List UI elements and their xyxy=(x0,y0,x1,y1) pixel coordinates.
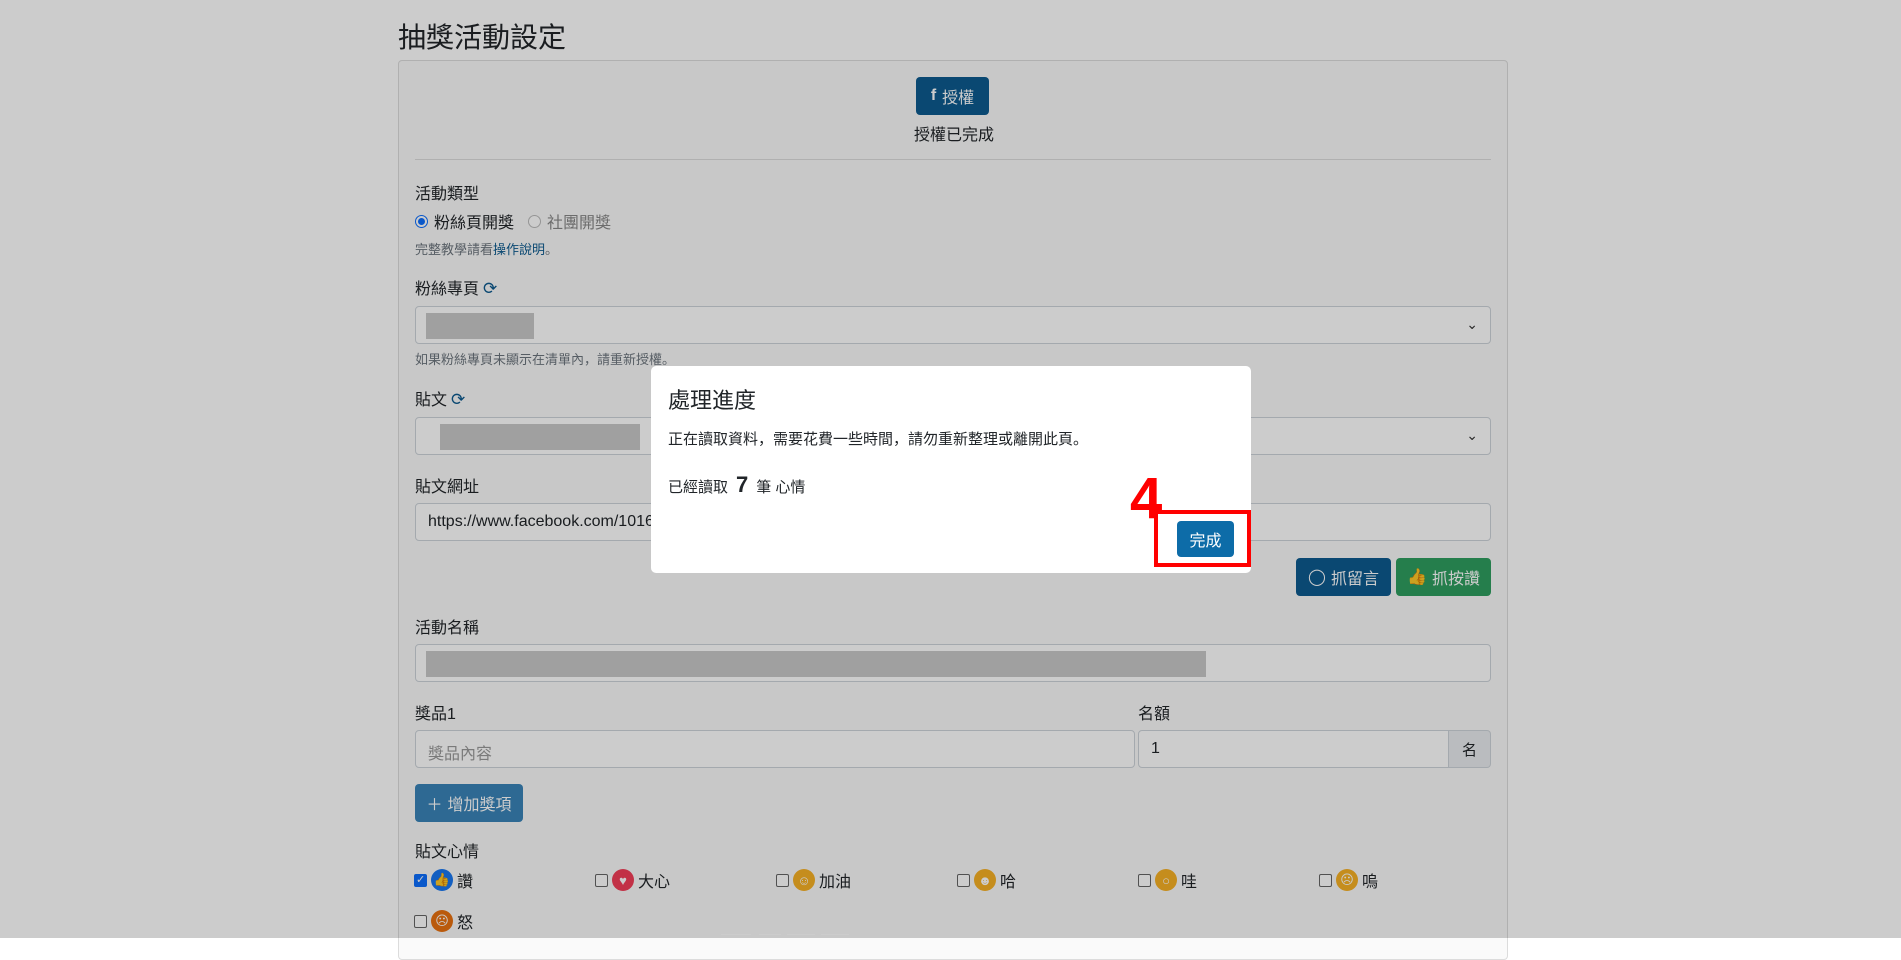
modal-count: 已經讀取 7 筆 心情 xyxy=(668,472,806,497)
divider xyxy=(787,934,815,935)
divider xyxy=(721,934,751,935)
divider xyxy=(759,934,781,935)
divider xyxy=(821,934,849,935)
count-value: 7 xyxy=(736,472,749,497)
highlight-box xyxy=(1154,510,1251,567)
modal-title: 處理進度 xyxy=(668,388,757,413)
modal-message: 正在讀取資料，需要花費一些時間，請勿重新整理或離開此頁。 xyxy=(668,431,1089,448)
